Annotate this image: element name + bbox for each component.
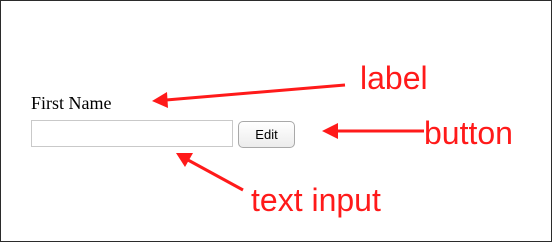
first-name-label: First Name [31,93,112,113]
first-name-input[interactable] [31,120,233,147]
button-annotation-text: button [424,115,513,151]
edit-button[interactable]: Edit [238,121,295,148]
label-annotation-text: label [360,60,428,96]
text-input-annotation-text: text input [251,182,381,218]
